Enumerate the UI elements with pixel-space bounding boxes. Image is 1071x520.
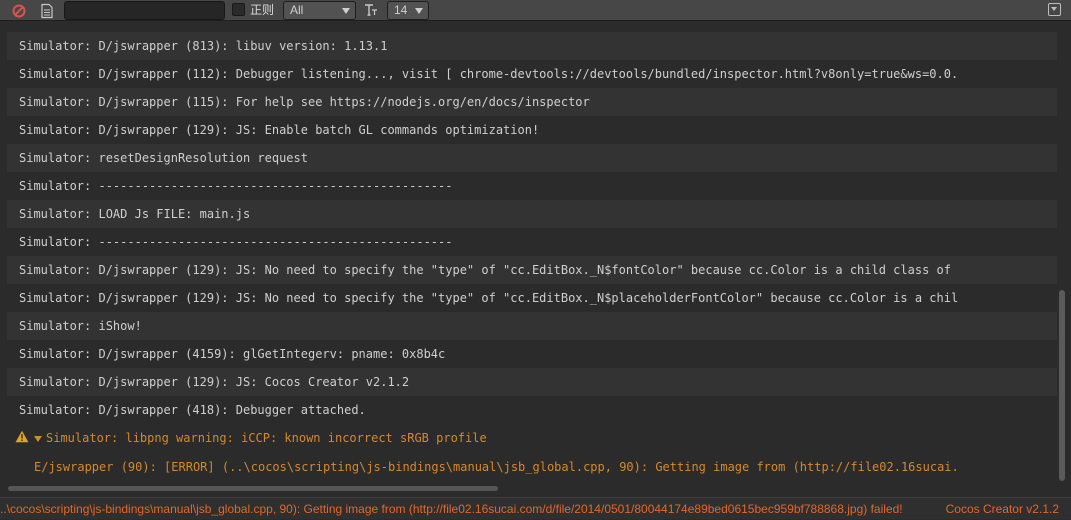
app-version: Cocos Creator v2.1.2 <box>945 502 1059 516</box>
regex-label[interactable]: 正则 <box>250 3 274 17</box>
font-size-icon <box>364 3 378 17</box>
filter-input[interactable] <box>64 1 225 20</box>
font-size-value: 14 <box>394 3 408 17</box>
log-row[interactable]: Simulator: -----------------------------… <box>7 228 1057 256</box>
status-message: ..\cocos\scripting\js-bindings\manual\js… <box>0 502 903 516</box>
console-toolbar: 正则 All 14 <box>0 0 1071 21</box>
log-level-select[interactable]: All <box>283 1 356 20</box>
log-row[interactable]: Simulator: D/jswrapper (115): For help s… <box>7 88 1057 116</box>
regex-checkbox[interactable] <box>232 3 245 16</box>
warning-detail[interactable]: E/jswrapper (90): [ERROR] (..\cocos\scri… <box>7 452 1057 482</box>
vertical-scrollbar-thumb[interactable] <box>1059 290 1065 481</box>
open-log-file-icon[interactable] <box>39 3 55 19</box>
clear-icon[interactable] <box>11 3 27 19</box>
log-row[interactable]: Simulator: D/jswrapper (129): JS: Enable… <box>7 116 1057 144</box>
console-log-list[interactable]: Simulator: D/jswrapper (813): libuv vers… <box>7 32 1057 482</box>
log-row[interactable]: Simulator: D/jswrapper (418): Debugger a… <box>7 396 1057 424</box>
warning-log-row[interactable]: Simulator: libpng warning: iCCP: known i… <box>7 424 1057 452</box>
log-row[interactable]: Simulator: D/jswrapper (112): Debugger l… <box>7 60 1057 88</box>
expand-toggle-icon[interactable] <box>34 435 42 442</box>
log-level-value: All <box>290 3 304 17</box>
status-bar: ..\cocos\scripting\js-bindings\manual\js… <box>0 497 1071 519</box>
log-row[interactable]: Simulator: D/jswrapper (129): JS: Cocos … <box>7 368 1057 396</box>
log-row[interactable]: Simulator: LOAD Js FILE: main.js <box>7 200 1057 228</box>
warning-summary: Simulator: libpng warning: iCCP: known i… <box>46 431 487 445</box>
log-row[interactable]: Simulator: D/jswrapper (4159): glGetInte… <box>7 340 1057 368</box>
log-row[interactable]: Simulator: D/jswrapper (129): JS: No nee… <box>7 256 1057 284</box>
chevron-down-icon <box>415 8 423 14</box>
warning-icon <box>15 425 31 453</box>
horizontal-scrollbar-thumb[interactable] <box>8 486 498 491</box>
font-size-select[interactable]: 14 <box>387 1 429 20</box>
collapse-icon[interactable] <box>1048 3 1061 16</box>
log-row[interactable]: Simulator: D/jswrapper (129): JS: No nee… <box>7 284 1057 312</box>
log-row[interactable]: Simulator: -----------------------------… <box>7 172 1057 200</box>
chevron-down-icon <box>342 8 350 14</box>
log-row[interactable]: Simulator: iShow! <box>7 312 1057 340</box>
log-row[interactable]: Simulator: D/jswrapper (813): libuv vers… <box>7 32 1057 60</box>
log-row[interactable]: Simulator: resetDesignResolution request <box>7 144 1057 172</box>
